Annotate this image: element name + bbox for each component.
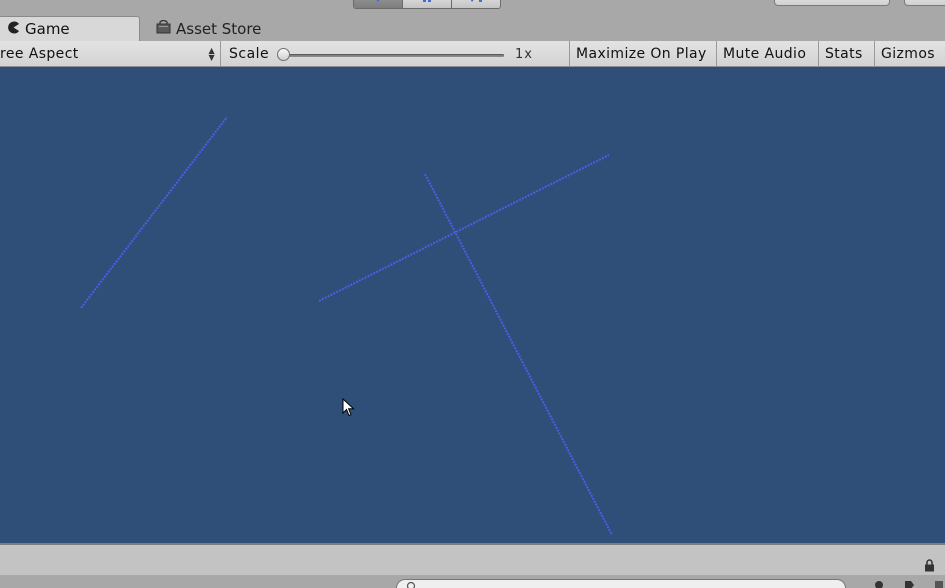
play-icon <box>376 0 380 2</box>
layers-dropdown[interactable] <box>774 0 890 6</box>
tab-game[interactable]: Game <box>0 16 140 41</box>
gizmos-dropdown[interactable]: Gizmos <box>875 41 945 66</box>
game-toolbar: ree Aspect ▲ ▼ Scale 1x Maximize On Play … <box>0 41 945 67</box>
pacman-icon <box>7 20 20 38</box>
stats-toggle[interactable]: Stats <box>819 41 875 66</box>
layout-dropdown[interactable] <box>904 0 945 6</box>
game-view[interactable] <box>0 67 945 543</box>
favorites-icon[interactable] <box>872 579 884 588</box>
line-left <box>80 116 228 309</box>
tab-bar: Game Asset Store <box>0 16 945 41</box>
tab-asset-store-label: Asset Store <box>176 19 262 38</box>
pause-button[interactable] <box>403 0 452 8</box>
scale-value: 1x <box>515 47 533 62</box>
game-render-lines <box>80 116 613 536</box>
mute-audio-toggle[interactable]: Mute Audio <box>717 41 819 66</box>
lock-icon[interactable] <box>924 559 935 572</box>
maximize-label: Maximize On Play <box>576 45 707 62</box>
pause-icon <box>423 0 431 2</box>
aspect-label: ree Aspect <box>0 45 79 62</box>
label-tag-icon[interactable] <box>903 579 915 588</box>
tab-game-label: Game <box>25 20 70 38</box>
line-cross-vertical <box>424 173 613 536</box>
mute-label: Mute Audio <box>723 45 807 62</box>
line-cross-horizontal <box>318 154 610 302</box>
stats-label: Stats <box>825 45 863 62</box>
play-controls-strip <box>0 0 945 16</box>
step-icon <box>470 0 482 2</box>
play-controls <box>353 0 501 9</box>
play-button[interactable] <box>354 0 403 8</box>
step-button[interactable] <box>452 0 500 8</box>
mouse-cursor-icon <box>342 398 355 417</box>
project-toolbar <box>0 575 945 588</box>
options-icon[interactable] <box>933 579 945 588</box>
tab-asset-store[interactable]: Asset Store <box>152 16 306 41</box>
scale-label: Scale <box>229 46 270 62</box>
maximize-on-play-toggle[interactable]: Maximize On Play <box>569 41 717 66</box>
scale-slider-track[interactable] <box>283 54 504 57</box>
search-icon <box>406 581 416 588</box>
dropdown-arrows-icon: ▲ ▼ <box>208 46 215 62</box>
search-input[interactable] <box>396 579 846 588</box>
shopping-bag-icon <box>156 19 171 38</box>
scale-slider-thumb[interactable] <box>277 48 290 61</box>
gizmos-label: Gizmos <box>881 45 935 62</box>
status-bar <box>0 545 945 575</box>
aspect-dropdown[interactable]: ree Aspect ▲ ▼ <box>0 41 221 66</box>
